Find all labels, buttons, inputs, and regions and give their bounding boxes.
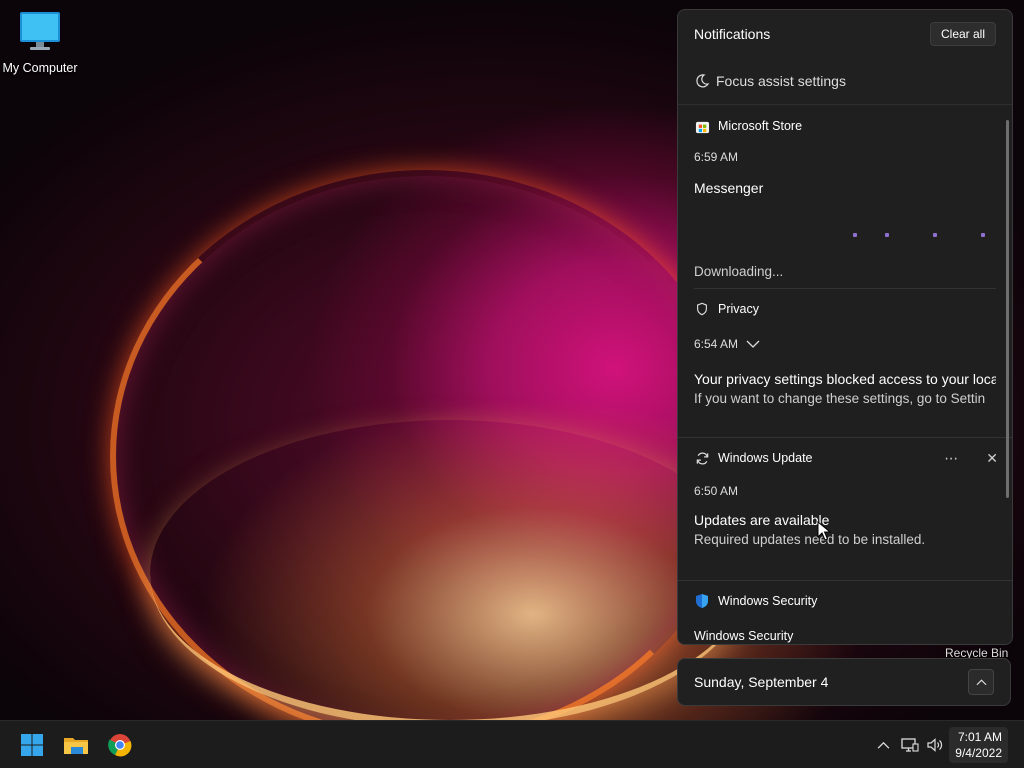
notification-title: Your privacy settings blocked access to … xyxy=(694,371,996,387)
notification-time-row: 6:54 AM xyxy=(694,337,996,351)
monitor-icon xyxy=(20,12,60,50)
wallpaper-ring xyxy=(110,170,742,742)
chrome-button[interactable] xyxy=(104,729,136,761)
clock-time: 7:01 AM xyxy=(957,730,1002,744)
moon-icon xyxy=(696,74,710,88)
divider xyxy=(694,288,996,289)
notification-app-name: Windows Update xyxy=(718,451,813,465)
calendar-expand-button[interactable] xyxy=(968,669,994,695)
notification-time: 6:50 AM xyxy=(694,484,739,498)
calendar-header[interactable]: Sunday, September 4 xyxy=(677,658,1011,706)
network-icon[interactable] xyxy=(900,735,920,755)
notification-card[interactable]: Windows Security Windows Security xyxy=(678,583,1012,644)
clock-date: 9/4/2022 xyxy=(955,746,1002,760)
taskbar: 7:01 AM 9/4/2022 xyxy=(0,720,1024,768)
close-icon[interactable]: ✕ xyxy=(986,450,998,467)
calendar-date: Sunday, September 4 xyxy=(694,674,829,690)
sync-icon xyxy=(694,450,710,466)
scrollbar[interactable] xyxy=(1006,120,1009,498)
notification-title: Messenger xyxy=(694,180,764,196)
notification-title: Notifications xyxy=(694,26,771,42)
start-button[interactable] xyxy=(16,729,48,761)
divider xyxy=(678,437,1012,438)
notification-center: Notifications Clear all Focus assist set… xyxy=(677,9,1013,645)
notification-card[interactable]: Windows Update ⋯ ✕ 6:50 AM Updates are a… xyxy=(678,440,1012,580)
notification-title: Updates are available xyxy=(694,512,830,528)
chevron-down-icon[interactable] xyxy=(746,339,760,349)
focus-assist-label: Focus assist settings xyxy=(716,73,846,89)
notification-card[interactable]: Microsoft Store 6:59 AM Messenger Downlo… xyxy=(678,108,1012,288)
volume-icon[interactable] xyxy=(925,735,945,755)
progress-indicator xyxy=(853,233,985,237)
divider xyxy=(678,580,1012,581)
start-icon xyxy=(21,734,43,756)
notification-status: Downloading... xyxy=(694,264,784,279)
notification-body: Required updates need to be installed. xyxy=(694,532,926,547)
notification-list: Microsoft Store 6:59 AM Messenger Downlo… xyxy=(678,106,1012,644)
notification-header: Notifications Clear all xyxy=(678,10,1012,58)
desktop-icon-my-computer[interactable]: My Computer xyxy=(2,10,78,75)
clear-all-button[interactable]: Clear all xyxy=(929,22,996,46)
notification-time: 6:54 AM xyxy=(694,337,739,351)
notification-app-name: Privacy xyxy=(718,302,759,316)
chrome-icon xyxy=(108,734,132,757)
desktop-icon-label: My Computer xyxy=(2,61,78,75)
notification-app-name: Microsoft Store xyxy=(718,119,803,133)
notification-time: 6:59 AM xyxy=(694,150,739,164)
wallpaper-glow xyxy=(150,420,750,728)
notification-app-name: Windows Security xyxy=(718,594,818,608)
chevron-up-icon xyxy=(975,679,987,686)
notification-card[interactable]: Privacy 6:54 AM Your privacy settings bl… xyxy=(678,291,1012,437)
focus-assist-settings-link[interactable]: Focus assist settings xyxy=(678,58,1012,105)
chevron-up-icon[interactable] xyxy=(873,735,893,755)
file-explorer-icon xyxy=(64,738,88,754)
windows-security-shield-icon xyxy=(694,593,710,609)
shield-icon xyxy=(694,301,710,317)
file-explorer-button[interactable] xyxy=(60,729,92,761)
more-options-icon[interactable]: ⋯ xyxy=(944,450,958,467)
notification-actions: ⋯ ✕ xyxy=(944,450,998,467)
taskbar-clock[interactable]: 7:01 AM 9/4/2022 xyxy=(949,727,1008,763)
notification-body: If you want to change these settings, go… xyxy=(694,391,986,406)
notification-title: Windows Security xyxy=(694,629,794,643)
microsoft-store-icon xyxy=(694,118,710,134)
